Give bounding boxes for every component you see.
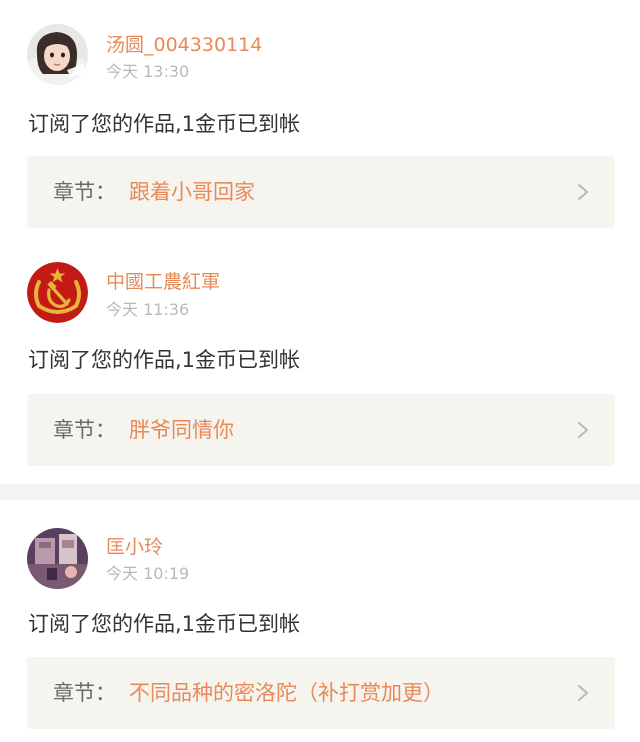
username[interactable]: 中國工農紅軍 (106, 270, 220, 294)
chapter-title: 不同品种的密洛陀（补打赏加更） (129, 681, 444, 705)
girl-photo-avatar-icon (27, 24, 88, 85)
chevron-right-icon (578, 422, 588, 438)
chapter-label: 章节： (53, 418, 116, 442)
avatar[interactable] (27, 528, 88, 589)
chapter-link[interactable]: 章节： 跟着小哥回家 (27, 156, 615, 228)
username[interactable]: 汤圆_004330114 (106, 33, 262, 57)
section-divider (0, 484, 640, 500)
notification-item: 中國工農紅軍 今天 11:36 订阅了您的作品,1金币已到帐 章节： 胖爷同情你 (0, 240, 640, 484)
chapter-label: 章节： (53, 180, 116, 204)
chevron-right-icon (578, 685, 588, 701)
username[interactable]: 匡小玲 (106, 535, 163, 559)
chapter-link[interactable]: 章节： 不同品种的密洛陀（补打赏加更） (27, 657, 615, 729)
timestamp: 今天 11:36 (106, 300, 190, 319)
message-text: 订阅了您的作品,1金币已到帐 (28, 112, 301, 136)
chapter-title: 胖爷同情你 (129, 418, 234, 442)
chevron-right-icon (578, 184, 588, 200)
notification-feed: 汤圆_004330114 今天 13:30 订阅了您的作品,1金币已到帐 章节：… (0, 0, 640, 742)
message-text: 订阅了您的作品,1金币已到帐 (28, 348, 301, 372)
avatar[interactable] (27, 262, 88, 323)
notification-item: 匡小玲 今天 10:19 订阅了您的作品,1金币已到帐 章节： 不同品种的密洛陀… (0, 500, 640, 742)
chapter-label: 章节： (53, 681, 116, 705)
chapter-link[interactable]: 章节： 胖爷同情你 (27, 394, 615, 466)
avatar[interactable] (27, 24, 88, 85)
timestamp: 今天 10:19 (106, 564, 190, 583)
timestamp: 今天 13:30 (106, 62, 190, 81)
purple-photo-avatar-icon (27, 528, 88, 589)
notification-item: 汤圆_004330114 今天 13:30 订阅了您的作品,1金币已到帐 章节：… (0, 0, 640, 240)
chapter-title: 跟着小哥回家 (129, 180, 255, 204)
hammer-sickle-emblem-icon (27, 262, 88, 323)
message-text: 订阅了您的作品,1金币已到帐 (28, 612, 301, 636)
